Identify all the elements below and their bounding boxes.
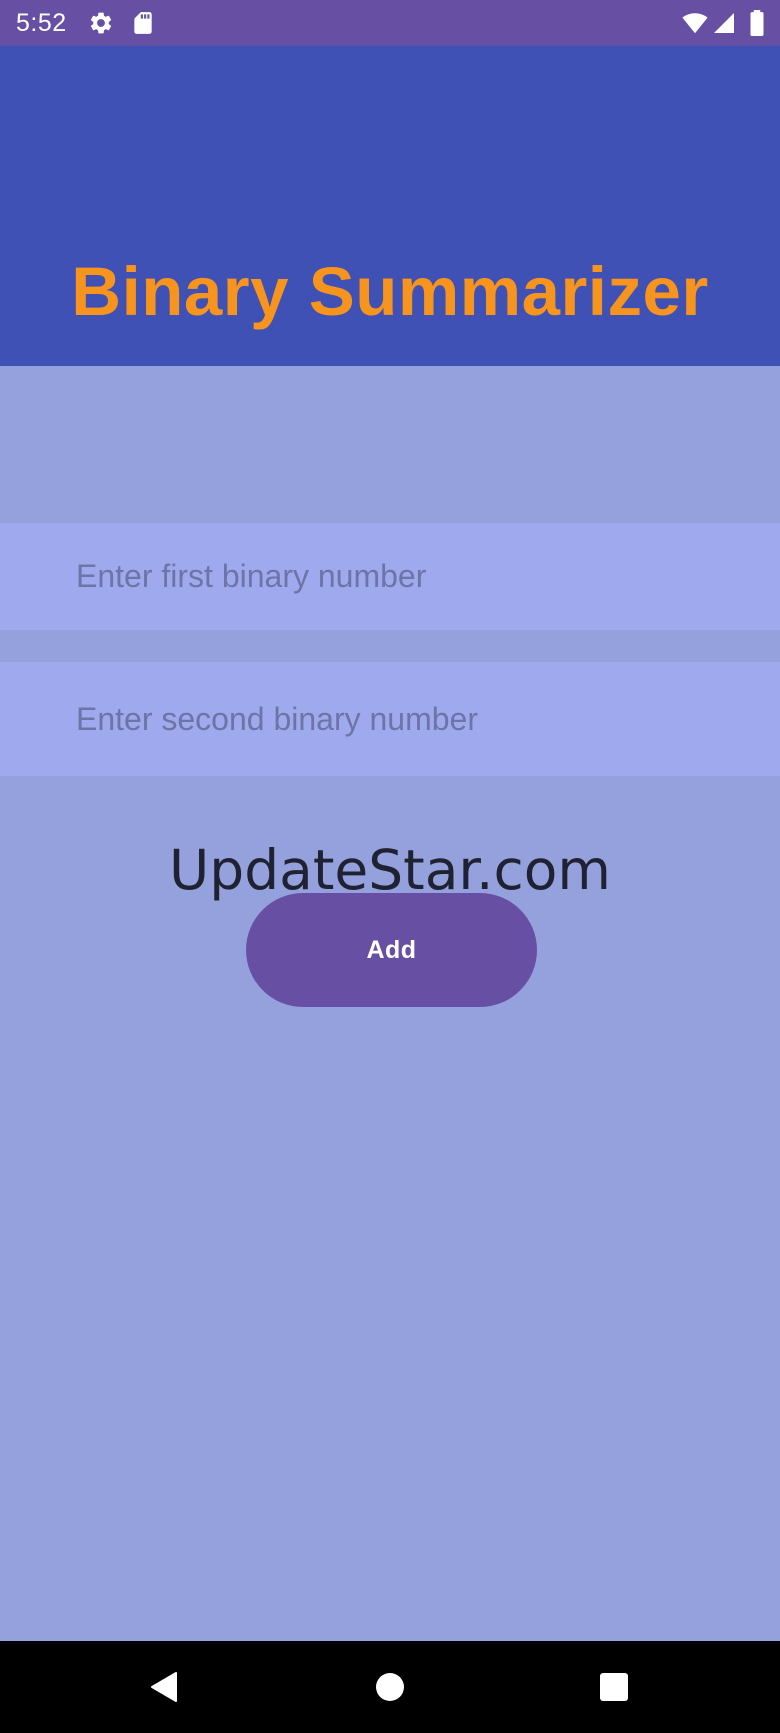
app-header: Binary Summarizer bbox=[0, 46, 780, 366]
second-binary-input[interactable] bbox=[0, 662, 780, 776]
home-icon[interactable] bbox=[364, 1661, 416, 1713]
status-time: 5:52 bbox=[16, 9, 67, 37]
first-binary-input[interactable] bbox=[0, 523, 780, 630]
sd-card-icon bbox=[134, 12, 152, 34]
back-icon[interactable] bbox=[138, 1661, 190, 1713]
navigation-bar bbox=[0, 1641, 780, 1733]
battery-icon bbox=[750, 10, 764, 36]
first-binary-field bbox=[0, 523, 780, 630]
app-title: Binary Summarizer bbox=[71, 253, 709, 330]
wifi-icon bbox=[682, 13, 708, 34]
add-button[interactable]: Add bbox=[246, 893, 537, 1007]
recents-icon[interactable] bbox=[588, 1661, 640, 1713]
status-bar: 5:52 bbox=[0, 0, 780, 46]
second-binary-field bbox=[0, 662, 780, 776]
signal-icon bbox=[714, 13, 734, 33]
gear-icon bbox=[90, 12, 112, 34]
